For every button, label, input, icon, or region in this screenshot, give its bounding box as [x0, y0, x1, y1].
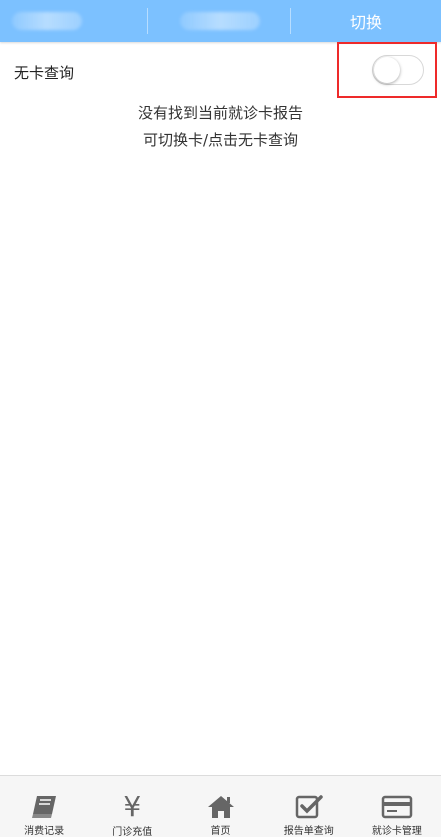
nocard-query-label: 无卡查询: [14, 64, 75, 82]
nav-label: 就诊卡管理: [371, 826, 422, 837]
header-tab-card-2[interactable]: [148, 0, 291, 42]
header-bar: 切换: [0, 0, 441, 42]
page: 切换 无卡查询 没有找到当前就诊卡报告 可切换卡/点击无卡查询 消费记录 ¥ 门…: [0, 0, 441, 837]
nav-label: 门诊充值: [112, 827, 153, 837]
nav-item-consumption-records[interactable]: 消费记录: [0, 776, 88, 837]
blurred-card-number: [179, 12, 260, 30]
switch-card-button[interactable]: 切换: [291, 0, 441, 42]
bottom-nav: 消费记录 ¥ 门诊充值 首页 报告单查询 就诊卡管理: [0, 775, 441, 837]
nav-item-outpatient-recharge[interactable]: ¥ 门诊充值: [88, 776, 176, 837]
empty-message-line-2: 可切换卡/点击无卡查询: [142, 131, 299, 149]
nav-label: 消费记录: [24, 826, 65, 837]
yen-icon: ¥: [123, 790, 142, 823]
nav-label: 首页: [210, 826, 231, 837]
blurred-card-name: [11, 12, 82, 30]
nav-label: 报告单查询: [283, 826, 334, 837]
nav-item-card-management[interactable]: 就诊卡管理: [353, 776, 441, 837]
checkbox-icon: [293, 793, 325, 820]
home-icon: [205, 793, 237, 820]
switch-card-label: 切换: [349, 13, 382, 32]
nocard-query-row: 无卡查询: [0, 42, 441, 100]
empty-message: 没有找到当前就诊卡报告 可切换卡/点击无卡查询: [0, 100, 441, 154]
toggle-knob: [374, 57, 400, 83]
book-icon: [28, 793, 60, 820]
card-icon: [381, 793, 413, 820]
empty-message-line-1: 没有找到当前就诊卡报告: [137, 104, 303, 122]
nav-item-report-query[interactable]: 报告单查询: [265, 776, 353, 837]
nav-item-home[interactable]: 首页: [176, 776, 264, 837]
header-tab-card-1[interactable]: [0, 0, 148, 42]
nocard-query-toggle[interactable]: [372, 55, 424, 85]
